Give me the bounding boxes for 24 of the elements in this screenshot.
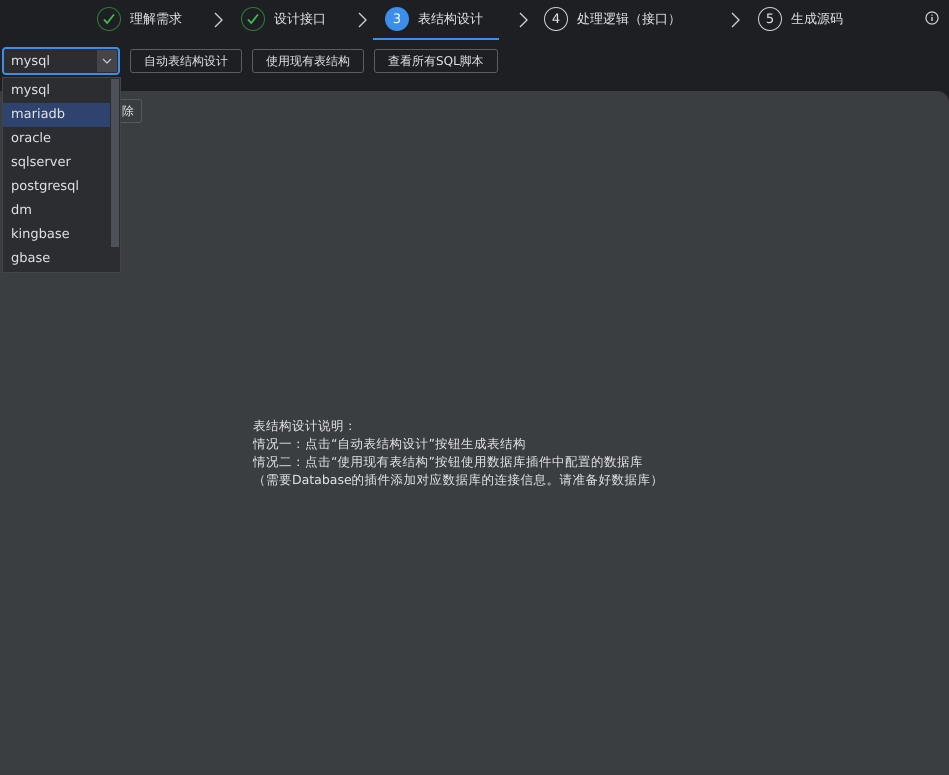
step-label[interactable]: 处理逻辑（接口） (577, 10, 681, 28)
step-label[interactable]: 生成源码 (791, 10, 843, 28)
dropdown-option[interactable]: mysql (3, 79, 110, 103)
toolbar-button[interactable]: 查看所有SQL脚本 (374, 49, 498, 73)
dropdown-option[interactable]: kingbase (3, 223, 110, 247)
dropdown-option[interactable]: dm (3, 199, 110, 223)
description-text: 情况一：点击“自动表结构设计”按钮生成表结构 (253, 435, 527, 453)
dropdown-option[interactable]: oracle (3, 127, 110, 151)
step-label[interactable]: 理解需求 (130, 10, 182, 28)
description-text: 情况二：点击“使用现有表结构”按钮使用数据库插件中配置的数据库 (253, 453, 644, 471)
dropdown-option[interactable]: mariadb (3, 103, 110, 127)
dropdown-option[interactable]: gbase (3, 247, 110, 271)
toolbar-button[interactable]: 使用现有表结构 (252, 49, 364, 73)
step-label[interactable]: 表结构设计 (418, 10, 483, 28)
description-text: （需要Database的插件添加对应数据库的连接信息。请准备好数据库） (253, 471, 664, 489)
panel-button[interactable]: 除 (121, 99, 142, 123)
dropdown-option[interactable]: postgresql (3, 175, 110, 199)
description-text: 表结构设计说明： (253, 417, 358, 435)
step-number: 5 (758, 7, 782, 31)
step-label[interactable]: 设计接口 (274, 10, 326, 28)
dropdown-option[interactable]: sqlserver (3, 151, 110, 175)
toolbar-button[interactable]: 自动表结构设计 (130, 49, 242, 73)
step-number: 4 (544, 7, 568, 31)
step-number: 3 (385, 7, 409, 31)
